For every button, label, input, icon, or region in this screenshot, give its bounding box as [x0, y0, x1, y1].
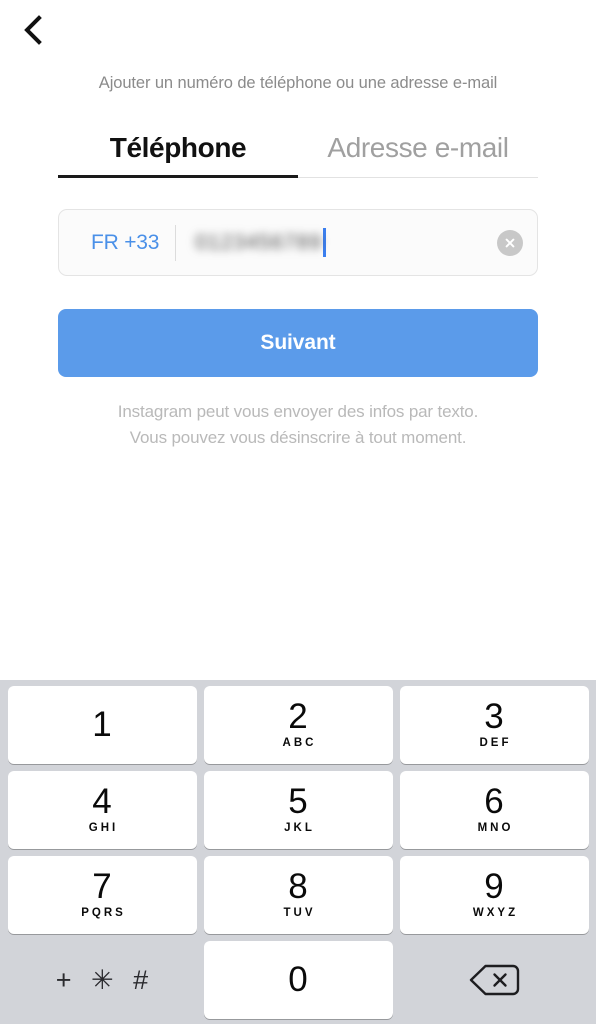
key-letters: JKL [284, 822, 315, 834]
keypad-row: 7 PQRS 8 TUV 9 WXYZ [4, 856, 592, 934]
page-subtitle: Ajouter un numéro de téléphone ou une ad… [98, 74, 498, 92]
phone-number-value: 0123456789 [195, 230, 323, 254]
submit-button-label: Suivant [260, 331, 336, 354]
key-letters: DEF [479, 737, 512, 749]
key-digit: 1 [92, 705, 112, 744]
text-caret [323, 228, 327, 257]
chevron-left-icon [22, 14, 44, 46]
key-letters: GHI [88, 822, 119, 834]
key-digit: 0 [288, 960, 308, 999]
tab-bar: Téléphone Adresse e-mail [58, 132, 538, 178]
key-1[interactable]: 1 [7, 686, 197, 764]
phone-field[interactable]: FR +33 0123456789 [58, 209, 538, 276]
key-2[interactable]: 2 ABC [203, 686, 393, 764]
tab-email-label: Adresse e-mail [327, 132, 509, 163]
key-digit: 7 [92, 867, 112, 906]
legal-note: Instagram peut vous envoyer des infos pa… [117, 402, 479, 447]
key-5[interactable]: 5 JKL [203, 771, 393, 849]
keypad-row: 4 GHI 5 JKL 6 MNO [4, 771, 592, 849]
key-digit: 3 [484, 697, 504, 736]
tab-telephone[interactable]: Téléphone [58, 132, 298, 178]
numeric-keypad: 1 2 ABC 3 DEF 4 GHI 5 JKL 6 MNO 7 PQRS 8… [0, 680, 596, 1024]
key-6[interactable]: 6 MNO [399, 771, 589, 849]
key-digit: 9 [484, 867, 504, 906]
keypad-row: + ✳ # 0 [4, 941, 592, 1019]
key-symbols[interactable]: + ✳ # [8, 941, 197, 1019]
navigation-bar [0, 0, 596, 58]
key-letters: TUV [283, 907, 316, 919]
key-4[interactable]: 4 GHI [7, 771, 197, 849]
key-digit: 4 [92, 782, 112, 821]
backspace-icon [468, 962, 520, 998]
key-digit: 8 [288, 867, 308, 906]
key-symbols-label: + ✳ # [55, 965, 155, 995]
key-0[interactable]: 0 [203, 941, 393, 1019]
country-code-selector[interactable]: FR +33 [59, 231, 175, 255]
tab-telephone-label: Téléphone [109, 132, 247, 163]
keypad-row: 1 2 ABC 3 DEF [4, 686, 592, 764]
key-letters: PQRS [81, 907, 126, 919]
key-digit: 6 [484, 782, 504, 821]
key-letters: WXYZ [472, 907, 519, 919]
back-button[interactable] [14, 10, 58, 50]
key-letters: ABC [282, 737, 317, 749]
key-backspace[interactable] [400, 941, 589, 1019]
key-9[interactable]: 9 WXYZ [399, 856, 589, 934]
key-digit: 2 [288, 697, 308, 736]
clear-circle-icon[interactable] [497, 229, 523, 256]
key-7[interactable]: 7 PQRS [7, 856, 197, 934]
phone-number-input[interactable]: 0123456789 [176, 210, 497, 275]
submit-button[interactable]: Suivant [58, 309, 538, 377]
key-8[interactable]: 8 TUV [203, 856, 393, 934]
key-letters: MNO [477, 822, 514, 834]
phone-input-container: FR +33 0123456789 [58, 209, 538, 276]
key-digit: 5 [288, 782, 308, 821]
tab-email[interactable]: Adresse e-mail [298, 132, 538, 178]
key-3[interactable]: 3 DEF [399, 686, 589, 764]
